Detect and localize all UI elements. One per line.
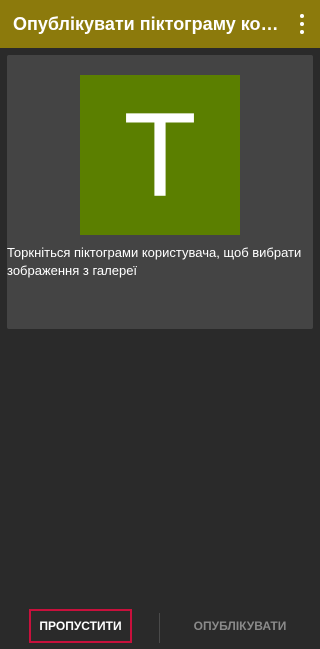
menu-dot: [300, 14, 304, 18]
app-bar: Опублікувати піктограму користу...: [0, 0, 320, 48]
avatar-letter: T: [123, 88, 197, 222]
publish-button[interactable]: ОПУБЛІКУВАТИ: [180, 609, 300, 643]
user-icon-card: T Торкніться піктограми користувача, щоб…: [7, 55, 313, 329]
hint-text: Торкніться піктограми користувача, щоб в…: [7, 245, 302, 278]
more-vert-icon[interactable]: [294, 14, 310, 34]
page-title: Опублікувати піктограму користу...: [13, 13, 288, 34]
skip-button[interactable]: ПРОПУСТИТИ: [29, 609, 132, 643]
user-avatar[interactable]: T: [80, 75, 240, 235]
button-divider: [159, 613, 160, 643]
menu-dot: [300, 22, 304, 26]
menu-dot: [300, 30, 304, 34]
bottom-action-bar: ПРОПУСТИТИ ОПУБЛІКУВАТИ: [0, 605, 320, 649]
